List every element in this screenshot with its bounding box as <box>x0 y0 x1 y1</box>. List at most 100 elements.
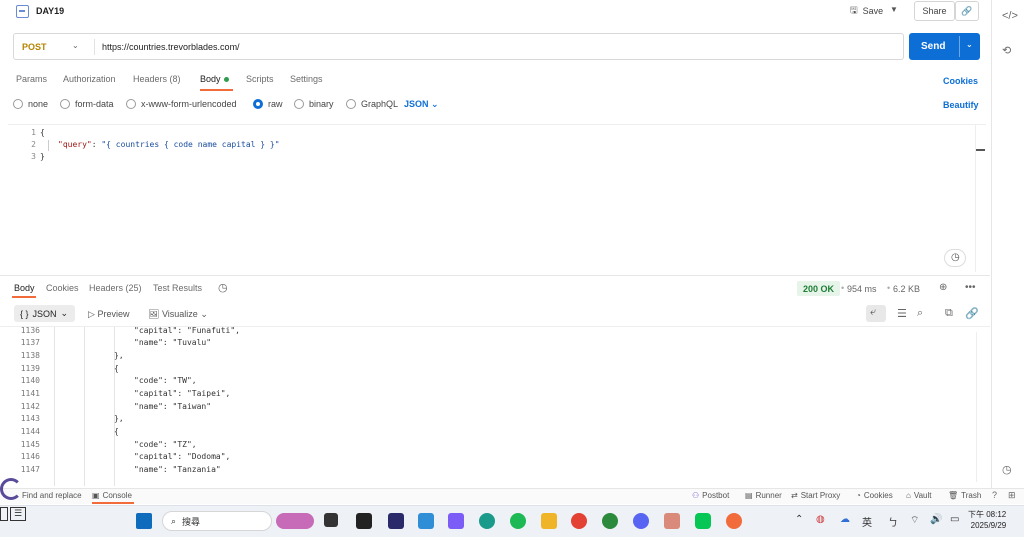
menu-icon[interactable]: ☰ <box>10 507 26 521</box>
runner-icon: ▤ <box>745 491 753 500</box>
start-icon[interactable] <box>136 513 152 529</box>
search-highlight-icon[interactable] <box>276 513 314 529</box>
response-size[interactable]: 6.2 KB <box>893 284 920 294</box>
copilot-icon[interactable] <box>448 513 464 529</box>
radio-graphql[interactable]: GraphQL <box>346 99 398 109</box>
send-button[interactable]: Send ⌄ <box>909 33 980 60</box>
visualize-button[interactable]: 🖼 Visualize ⌄ <box>148 309 208 320</box>
response-time[interactable]: 954 ms <box>847 284 877 294</box>
layout-icon[interactable]: ⊞ <box>1008 490 1016 501</box>
runner-button[interactable]: ▤ Runner <box>745 491 782 500</box>
more-icon[interactable]: ••• <box>965 282 976 293</box>
url-input[interactable]: https://countries.trevorblades.com/ <box>102 42 240 52</box>
intellij-icon[interactable] <box>356 513 372 529</box>
help-icon[interactable]: ? <box>992 490 997 500</box>
tab-settings[interactable]: Settings <box>290 74 323 84</box>
postbot-button[interactable]: ⚇ Postbot <box>692 491 729 500</box>
play-icon: ▷ <box>88 309 95 319</box>
filter-icon[interactable]: ☰ <box>897 307 907 320</box>
response-tab-test-results[interactable]: Test Results <box>153 283 202 293</box>
cookies-link[interactable]: Cookies <box>943 76 978 86</box>
response-tab-cookies[interactable]: Cookies <box>46 283 79 293</box>
radio-urlencoded[interactable]: x-www-form-urlencoded <box>126 99 237 109</box>
find-replace-button[interactable]: Find and replace <box>22 491 82 500</box>
preview-button[interactable]: ▷ Preview <box>88 309 129 320</box>
battery-icon[interactable]: ▭ <box>950 514 959 525</box>
chevron-up-icon[interactable]: ⌃ <box>795 514 803 525</box>
trash-button[interactable]: 🗑 Trash <box>948 491 981 500</box>
cloud-icon[interactable]: ☁ <box>840 514 850 525</box>
ime-indicator[interactable]: 英 <box>862 514 872 529</box>
history-icon: ◷ <box>951 252 960 263</box>
tab-body[interactable]: Body <box>200 74 229 84</box>
tab-headers[interactable]: Headers (8) <box>133 74 181 84</box>
scroll-thumb[interactable] <box>976 149 985 151</box>
response-tab-body[interactable]: Body <box>14 283 35 293</box>
taskbar-clock[interactable]: 下午 08:12 2025/9/29 <box>968 509 1006 531</box>
request-title[interactable]: DAY19 <box>36 6 64 16</box>
editor-scrollbar[interactable] <box>975 125 985 272</box>
photos-icon[interactable] <box>418 513 434 529</box>
chrome-profile-icon[interactable] <box>602 513 618 529</box>
spotify-icon[interactable] <box>510 513 526 529</box>
radio-circle <box>346 99 356 109</box>
radio-circle <box>13 99 23 109</box>
jetbrains-icon[interactable] <box>388 513 404 529</box>
wrap-lines-button[interactable]: ⤶ <box>866 305 886 322</box>
wifi-icon[interactable]: ⌔ <box>910 514 919 527</box>
code-line: "capital": "Dodoma", <box>134 452 231 461</box>
photo-editor-icon[interactable] <box>664 513 680 529</box>
discord-icon[interactable] <box>633 513 649 529</box>
beautify-button[interactable]: Beautify <box>943 100 979 110</box>
code-line: }, <box>114 414 124 423</box>
chrome-icon[interactable] <box>571 513 587 529</box>
history-icon[interactable]: ◷ <box>1002 463 1012 476</box>
file-explorer-icon[interactable] <box>541 513 557 529</box>
line-number: 1145 <box>20 440 40 449</box>
response-tab-headers[interactable]: Headers (25) <box>89 283 142 293</box>
window-edge-icon[interactable] <box>0 507 8 521</box>
radio-none[interactable]: none <box>13 99 48 109</box>
chevron-down-icon[interactable]: ▼ <box>890 5 898 14</box>
history-icon[interactable]: ◷ <box>218 281 228 294</box>
security-icon[interactable]: ◍ <box>816 514 825 525</box>
postman-icon[interactable] <box>726 513 742 529</box>
edge-icon[interactable] <box>479 513 495 529</box>
share-button[interactable]: Share <box>914 1 955 21</box>
line-number: 1136 <box>20 326 40 335</box>
tab-scripts[interactable]: Scripts <box>246 74 274 84</box>
sync-icon[interactable]: ⟲ <box>1002 44 1011 57</box>
radio-raw[interactable]: raw <box>253 99 283 109</box>
chevron-down-icon[interactable]: ⌄ <box>966 40 973 49</box>
radio-binary[interactable]: binary <box>294 99 334 109</box>
console-button[interactable]: ▣ Console <box>92 491 132 500</box>
task-view-icon[interactable] <box>324 513 338 527</box>
tab-authorization[interactable]: Authorization <box>63 74 116 84</box>
response-scrollbar[interactable] <box>976 332 986 482</box>
code-icon[interactable]: </> <box>1002 10 1018 22</box>
link-icon[interactable]: 🔗 <box>965 307 979 320</box>
ime-mode-icon[interactable]: ㄅ <box>888 514 898 529</box>
taskbar-search[interactable]: ⌕ 搜尋 <box>162 511 272 531</box>
copy-icon[interactable]: ⧉ <box>945 307 953 320</box>
console-label: Console <box>102 491 132 500</box>
schema-button[interactable]: ◷ <box>944 249 966 267</box>
radio-label: none <box>28 99 49 109</box>
start-proxy-button[interactable]: ⇄ Start Proxy <box>791 491 840 500</box>
separator-dot: • <box>887 283 891 293</box>
method-select[interactable]: POST <box>22 42 47 52</box>
chevron-down-icon[interactable]: ⌄ <box>72 41 79 50</box>
line-icon[interactable] <box>695 513 711 529</box>
volume-icon[interactable]: 🔊 <box>930 514 942 525</box>
status-badge[interactable]: 200 OK <box>797 281 840 296</box>
response-format-select[interactable]: { } JSON ⌄ <box>14 305 75 322</box>
tab-params[interactable]: Params <box>16 74 47 84</box>
search-icon[interactable]: ⌕ <box>917 307 923 320</box>
tab-body-label: Body <box>200 74 221 84</box>
globe-icon[interactable]: ⊕ <box>939 282 947 293</box>
copy-link-button[interactable]: 🔗 <box>955 1 979 21</box>
radio-form-data[interactable]: form-data <box>60 99 114 109</box>
body-format-select[interactable]: JSON ⌄ <box>404 99 439 110</box>
cookies-button[interactable]: ◔ Cookies <box>856 491 893 500</box>
vault-button[interactable]: ⌂ Vault <box>906 491 931 500</box>
